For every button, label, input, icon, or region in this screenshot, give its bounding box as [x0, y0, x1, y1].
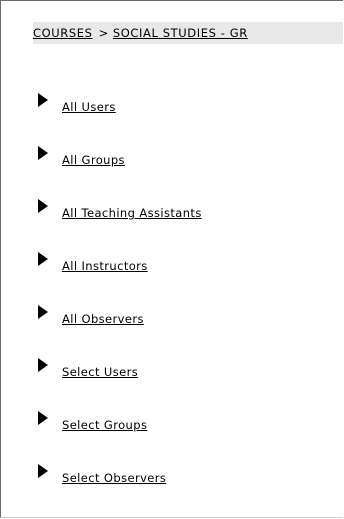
all-groups-link[interactable]: All Groups	[62, 153, 125, 167]
recipient-list: All Users All Groups All Teaching Assist…	[38, 91, 202, 515]
list-item-all-users: All Users	[38, 91, 202, 117]
all-teaching-assistants-link[interactable]: All Teaching Assistants	[62, 206, 202, 220]
breadcrumb-course-link[interactable]: SOCIAL STUDIES - GR	[113, 26, 248, 40]
list-item-all-instructors: All Instructors	[38, 250, 202, 276]
list-item-select-observers: Select Observers	[38, 462, 202, 488]
content-frame: COURSES > SOCIAL STUDIES - GR All Users Al…	[0, 0, 343, 518]
breadcrumb: COURSES > SOCIAL STUDIES - GR	[33, 22, 343, 44]
all-observers-link[interactable]: All Observers	[62, 312, 144, 326]
breadcrumb-separator: >	[98, 26, 109, 40]
list-item-select-groups: Select Groups	[38, 409, 202, 435]
list-item-select-users: Select Users	[38, 356, 202, 382]
arrow-right-icon	[38, 252, 48, 266]
list-item-all-observers: All Observers	[38, 303, 202, 329]
arrow-right-icon	[38, 146, 48, 160]
breadcrumb-courses-link[interactable]: COURSES	[33, 26, 93, 40]
arrow-right-icon	[38, 358, 48, 372]
arrow-right-icon	[38, 305, 48, 319]
select-users-link[interactable]: Select Users	[62, 365, 138, 379]
list-item-all-teaching-assistants: All Teaching Assistants	[38, 197, 202, 223]
all-instructors-link[interactable]: All Instructors	[62, 259, 148, 273]
arrow-right-icon	[38, 464, 48, 478]
all-users-link[interactable]: All Users	[62, 100, 116, 114]
select-groups-link[interactable]: Select Groups	[62, 418, 147, 432]
arrow-right-icon	[38, 199, 48, 213]
arrow-right-icon	[38, 411, 48, 425]
select-observers-link[interactable]: Select Observers	[62, 471, 166, 485]
arrow-right-icon	[38, 93, 48, 107]
list-item-all-groups: All Groups	[38, 144, 202, 170]
